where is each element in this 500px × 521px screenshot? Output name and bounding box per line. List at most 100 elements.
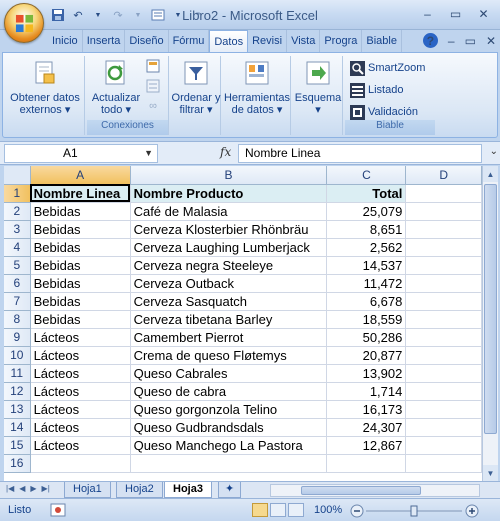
cell-b[interactable]: Queso de cabra	[130, 382, 328, 401]
column-header-b[interactable]: B	[130, 166, 328, 185]
cell-a[interactable]: Lácteos	[30, 346, 131, 365]
cell-b[interactable]: Cerveza Sasquatch	[130, 292, 328, 311]
cell-d[interactable]	[405, 400, 482, 419]
zoom-slider[interactable]	[350, 504, 480, 518]
prev-sheet-icon[interactable]: ◀	[19, 484, 25, 493]
hscroll-thumb[interactable]	[301, 486, 421, 495]
cell-c[interactable]	[326, 454, 407, 473]
cell-a[interactable]: Bebidas	[30, 292, 131, 311]
row-header[interactable]: 12	[4, 382, 31, 401]
cell-b[interactable]	[130, 454, 328, 473]
cell-a[interactable]: Bebidas	[30, 202, 131, 221]
scroll-up-icon[interactable]: ▲	[483, 166, 498, 182]
cell-b[interactable]: Queso Cabrales	[130, 364, 328, 383]
column-header-c[interactable]: C	[326, 166, 407, 185]
page-layout-view-icon[interactable]	[270, 503, 286, 517]
cell-c[interactable]: 2,562	[326, 238, 407, 257]
row-header[interactable]: 13	[4, 400, 31, 419]
cell-d[interactable]	[405, 256, 482, 275]
row-header[interactable]: 7	[4, 292, 31, 311]
name-box[interactable]: A1 ▼	[4, 144, 158, 163]
tab-diseno[interactable]: Diseño	[125, 30, 169, 52]
column-header-a[interactable]: A	[30, 166, 131, 185]
properties-button[interactable]	[145, 78, 161, 94]
cell-c[interactable]: 11,472	[326, 274, 407, 293]
cell-a[interactable]	[30, 454, 131, 473]
validacion-button[interactable]: Validación	[349, 104, 418, 120]
row-header[interactable]: 9	[4, 328, 31, 347]
cell-d[interactable]	[405, 418, 482, 437]
cell-c[interactable]: 25,079	[326, 202, 407, 221]
cell-b[interactable]: Café de Malasia	[130, 202, 328, 221]
tab-programador[interactable]: Progra	[320, 30, 363, 52]
cell-a[interactable]: Bebidas	[30, 274, 131, 293]
listado-button[interactable]: Listado	[349, 82, 403, 98]
cell-d[interactable]	[405, 220, 482, 239]
cell-c[interactable]: 1,714	[326, 382, 407, 401]
row-header[interactable]: 14	[4, 418, 31, 437]
cell-table[interactable]: A B C D 1 Nombre Linea Nombre Producto Tota…	[4, 166, 482, 473]
close-icon[interactable]: ✕	[471, 5, 496, 23]
workbook-restore-icon[interactable]: ▭	[465, 34, 476, 48]
cell-c[interactable]: 16,173	[326, 400, 407, 419]
cell-a[interactable]: Bebidas	[30, 310, 131, 329]
tab-insertar[interactable]: Inserta	[83, 30, 126, 52]
horizontal-scrollbar[interactable]	[270, 484, 480, 497]
cell-c[interactable]: 12,867	[326, 436, 407, 455]
normal-view-icon[interactable]	[252, 503, 268, 517]
row-header[interactable]: 5	[4, 256, 31, 275]
first-sheet-icon[interactable]: |◀	[6, 484, 14, 493]
cell-c[interactable]: 24,307	[326, 418, 407, 437]
column-header-d[interactable]: D	[405, 166, 482, 185]
row-header[interactable]: 11	[4, 364, 31, 383]
cell-d[interactable]	[405, 436, 482, 455]
herramientas-datos-button[interactable]: Herramientas de datos ▾	[223, 58, 291, 116]
cell-a[interactable]: Lácteos	[30, 382, 131, 401]
cell-c[interactable]: 18,559	[326, 310, 407, 329]
cell-c[interactable]: Total	[326, 184, 407, 203]
cell-a[interactable]: Lácteos	[30, 436, 131, 455]
tab-datos[interactable]: Datos	[209, 30, 249, 53]
office-button[interactable]	[4, 3, 44, 43]
sheet-tab-hoja3[interactable]: Hoja3	[164, 482, 212, 498]
cell-a[interactable]: Lácteos	[30, 418, 131, 437]
ordenar-filtrar-button[interactable]: Ordenar y filtrar ▾	[171, 58, 221, 116]
scroll-thumb[interactable]	[484, 184, 497, 434]
next-sheet-icon[interactable]: ▶	[30, 484, 36, 493]
insert-sheet-button[interactable]: ✦	[218, 482, 242, 498]
cell-c[interactable]: 50,286	[326, 328, 407, 347]
cell-d[interactable]	[405, 454, 482, 473]
cell-d[interactable]	[405, 328, 482, 347]
row-header[interactable]: 15	[4, 436, 31, 455]
cell-c[interactable]: 20,877	[326, 346, 407, 365]
edit-links-button[interactable]: ∞	[145, 98, 161, 114]
cell-a[interactable]: Bebidas	[30, 238, 131, 257]
cell-d[interactable]	[405, 274, 482, 293]
cell-b[interactable]: Queso Manchego La Pastora	[130, 436, 328, 455]
select-all-corner[interactable]	[4, 166, 31, 185]
smartzoom-button[interactable]: SmartZoom	[349, 60, 425, 76]
tab-vista[interactable]: Vista	[287, 30, 321, 52]
esquema-button[interactable]: Esquema ▾	[293, 58, 343, 116]
actualizar-todo-button[interactable]: Actualizar todo ▾	[89, 58, 143, 116]
last-sheet-icon[interactable]: ▶|	[42, 484, 50, 493]
cell-a[interactable]: Lácteos	[30, 364, 131, 383]
tab-revisar[interactable]: Revisi	[248, 30, 288, 52]
sheet-tab-hoja2[interactable]: Hoja2	[116, 482, 163, 498]
sheet-tab-hoja1[interactable]: Hoja1	[64, 482, 111, 498]
cell-d[interactable]	[405, 346, 482, 365]
row-header[interactable]: 8	[4, 310, 31, 329]
cell-c[interactable]: 14,537	[326, 256, 407, 275]
workbook-close-icon[interactable]: ✕	[486, 34, 496, 48]
cell-d[interactable]	[405, 202, 482, 221]
tab-inicio[interactable]: Inicio	[48, 30, 83, 52]
cell-c[interactable]: 8,651	[326, 220, 407, 239]
row-header[interactable]: 10	[4, 346, 31, 365]
worksheet-grid[interactable]: A B C D 1 Nombre Linea Nombre Producto Tota…	[4, 166, 482, 481]
minimize-icon[interactable]: –	[415, 5, 440, 23]
cell-a[interactable]: Bebidas	[30, 256, 131, 275]
obtener-datos-externos-button[interactable]: Obtener datos externos ▾	[7, 58, 83, 116]
chevron-down-icon[interactable]: ▼	[144, 145, 153, 162]
row-header[interactable]: 16	[4, 454, 31, 473]
cell-d[interactable]	[405, 364, 482, 383]
